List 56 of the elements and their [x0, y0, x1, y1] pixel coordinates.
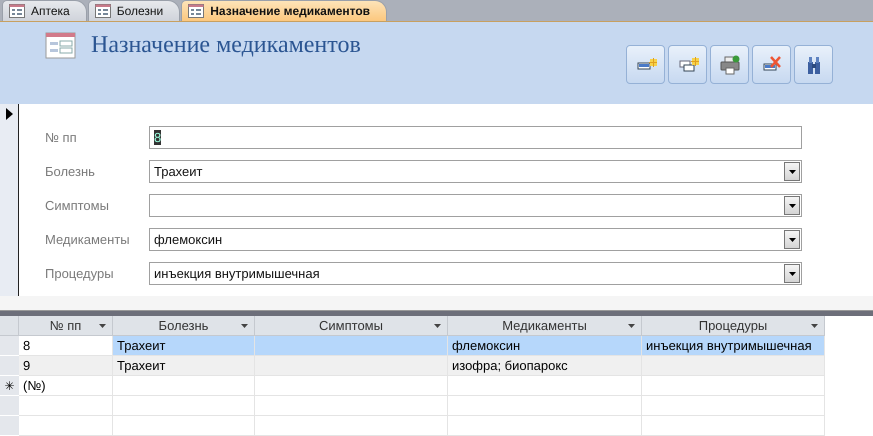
caret-icon [434, 324, 441, 328]
column-header[interactable]: Процедуры [642, 316, 825, 336]
column-header[interactable]: Симптомы [255, 316, 448, 336]
form-icon [94, 4, 111, 18]
field-label: № пп [45, 130, 78, 146]
document-tab[interactable]: Аптека [2, 0, 87, 22]
table-cell: инъекция внутримышечная [642, 336, 825, 356]
document-tab[interactable]: Болезни [88, 0, 180, 22]
table-cell: изофра; биопарокс [448, 356, 642, 376]
field-label: Болезнь [45, 164, 96, 180]
toolbar-button[interactable] [668, 45, 707, 84]
record-selector[interactable] [0, 104, 19, 296]
caret-icon [99, 324, 106, 328]
document-tab[interactable]: Назначение медикаментов [181, 0, 388, 22]
field-label: Симптомы [45, 198, 110, 214]
field-value: инъекция внутримышечная [154, 266, 320, 282]
form-icon [45, 32, 77, 60]
toolbar-button[interactable] [794, 45, 833, 84]
caret-icon [788, 170, 796, 174]
form-icon [188, 4, 204, 18]
form-icon [9, 4, 25, 18]
field-value: 8 [154, 130, 162, 146]
column-header[interactable]: № пп [19, 316, 113, 336]
table-cell: 8 [19, 336, 113, 356]
table-cell: флемоксин [448, 336, 642, 356]
field-value: Трахеит [154, 164, 202, 180]
caret-icon [811, 324, 818, 328]
table-cell: Трахеит [113, 336, 255, 356]
form-title: Назначение медикаментов [91, 32, 361, 60]
field-label: Медикаменты [45, 232, 131, 248]
field-label: Процедуры [45, 266, 115, 282]
table-cell: Трахеит [113, 356, 255, 376]
caret-icon [788, 204, 796, 208]
table-cell: (№) [19, 376, 113, 396]
new-row-marker: ✳ [4, 378, 14, 392]
combo-box[interactable]: флемоксин [149, 228, 802, 252]
dropdown-button[interactable] [784, 230, 800, 250]
caret-icon [788, 238, 796, 242]
print-icon [718, 54, 740, 76]
toolbar-button[interactable] [626, 45, 665, 84]
combo-box[interactable]: инъекция внутримышечная [149, 262, 802, 286]
column-header[interactable]: Медикаменты [448, 316, 642, 336]
caret-icon [628, 324, 635, 328]
combo-box[interactable]: Трахеит [149, 160, 802, 184]
toolbar-button[interactable] [710, 45, 749, 84]
caret-icon [241, 324, 248, 328]
dropdown-button[interactable] [784, 264, 800, 284]
field-value: флемоксин [154, 232, 222, 248]
row-selector[interactable]: ✳ [0, 376, 19, 396]
input-field[interactable]: 8 [149, 126, 802, 150]
dropdown-button[interactable] [784, 162, 800, 182]
column-header[interactable]: Болезнь [113, 316, 255, 336]
toolbar-button[interactable] [752, 45, 791, 84]
dropdown-button[interactable] [784, 196, 800, 216]
table-cell: 9 [19, 356, 113, 376]
caret-icon [788, 272, 796, 276]
